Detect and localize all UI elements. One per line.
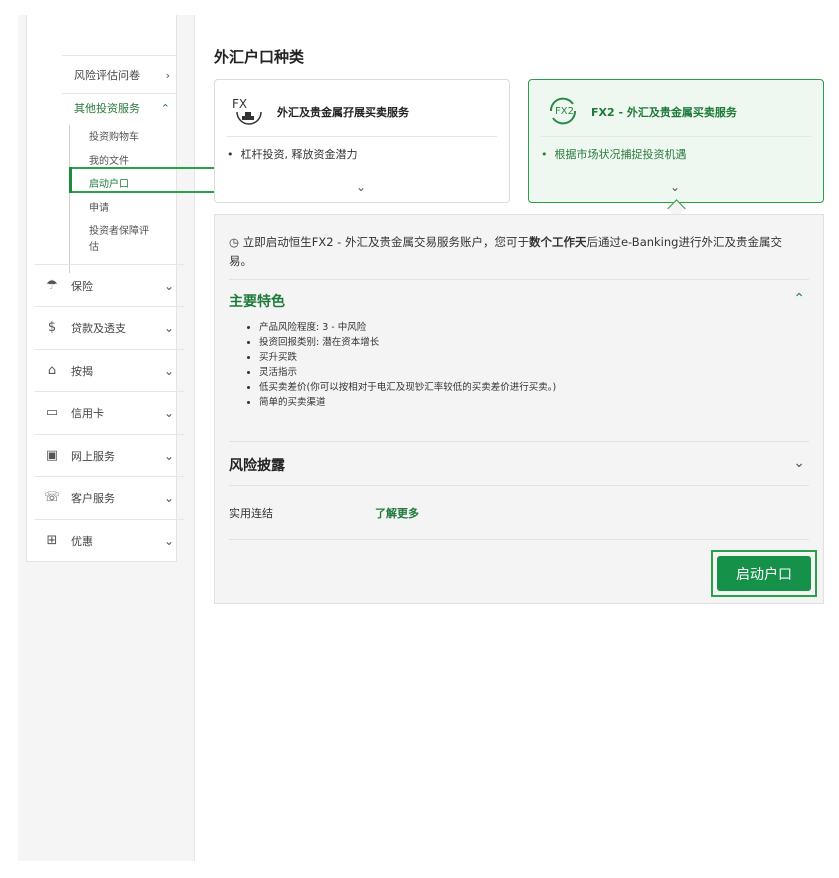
learn-more-link[interactable]: 了解更多: [375, 505, 419, 521]
sidebar-leaf-apply[interactable]: 申请: [89, 199, 109, 214]
sidebar-item-label: 优惠: [71, 534, 93, 548]
fx-margin-logo-icon: FX: [232, 97, 262, 125]
fx-logo-text: FX: [232, 97, 247, 111]
intro-text: ◷ 立即启动恒生FX2 - 外汇及贵金属交易服务账户，您可于数个工作天后通过e-…: [229, 233, 799, 271]
divider: [62, 55, 176, 56]
active-bar: [69, 167, 72, 193]
divider: [229, 485, 809, 486]
card-bullet: • 杠杆投资, 释放资金潜力: [227, 148, 358, 161]
chevron-up-icon: ⌃: [160, 101, 170, 115]
sidebar-leaf-cart[interactable]: 投资购物车: [89, 128, 139, 143]
credit-card-icon: ▭: [45, 405, 59, 420]
card-bullet: • 根据市场状况捕捉投资机遇: [541, 148, 687, 161]
open-account-button[interactable]: 启动户口: [717, 556, 811, 591]
divider: [541, 136, 811, 137]
features-list: 产品风险程度: 3 - 中风险 投资回报类别: 潜在资本增长 买升买跌 灵活指示…: [249, 320, 556, 410]
chevron-right-icon: ›: [165, 68, 170, 82]
chevron-down-icon: ⌄: [163, 533, 174, 548]
clock-icon: ◷: [229, 235, 240, 249]
sidebar-leaf-investor-protection-2[interactable]: 估: [89, 238, 99, 253]
chevron-up-icon[interactable]: ⌃: [793, 291, 805, 307]
chevron-down-icon[interactable]: ⌄: [793, 455, 805, 471]
sidebar-leaf-investor-protection[interactable]: 投资者保障评: [89, 222, 149, 237]
phone-icon: ☏: [43, 490, 61, 505]
tree-line: [69, 125, 70, 273]
chevron-down-icon: ⌄: [163, 363, 174, 378]
sidebar-nav: 风险评估问卷 › 其他投资服务 ⌃ 投资购物车 我的文件 启动户口 申请 投资者…: [26, 15, 219, 562]
sidebar-item-offers[interactable]: ⊞ 优惠 ⌄: [35, 519, 184, 561]
intro-bold: 数个工作天: [528, 235, 587, 249]
list-item: 买升买跌: [259, 350, 556, 365]
sidebar-item-customer-service[interactable]: ☏ 客户服务 ⌄: [35, 476, 184, 518]
sidebar-leaf-files[interactable]: 我的文件: [89, 152, 129, 167]
divider: [229, 279, 809, 280]
sidebar-item-label: 按揭: [71, 364, 93, 378]
card-fx-margin[interactable]: FX 外汇及贵金属孖展买卖服务 • 杠杆投资, 释放资金潜力 ⌄: [214, 79, 510, 203]
detail-panel: ◷ 立即启动恒生FX2 - 外汇及贵金属交易服务账户，您可于数个工作天后通过e-…: [214, 214, 824, 604]
chevron-down-icon: ⌄: [163, 448, 174, 463]
sidebar-item-online-services[interactable]: ▣ 网上服务 ⌄: [35, 434, 184, 476]
sidebar-item-label: 贷款及透支: [71, 321, 126, 335]
list-item: 灵活指示: [259, 365, 556, 380]
list-item: 简单的买卖渠道: [259, 395, 556, 410]
house-icon: ⌂: [47, 363, 57, 378]
money-bag-icon: $: [47, 320, 57, 335]
divider: [229, 441, 809, 442]
sidebar-item-loans[interactable]: $ 贷款及透支 ⌄: [35, 306, 184, 348]
card-bullet-text: 杠杆投资, 释放资金潜力: [240, 148, 358, 161]
divider: [227, 136, 497, 137]
card-bullet-text: 根据市场状况捕捉投资机遇: [554, 148, 687, 161]
chevron-down-icon: ⌄: [163, 278, 174, 293]
sidebar-item-mortgage[interactable]: ⌂ 按揭 ⌄: [35, 349, 184, 391]
features-title[interactable]: 主要特色: [229, 291, 285, 311]
list-item: 低买卖差价(你可以按相对于电汇及现钞汇率较低的买卖差价进行买卖。): [259, 380, 556, 395]
card-title: 外汇及贵金属孖展买卖服务: [277, 106, 409, 119]
card-fx2[interactable]: FX2 FX2 - 外汇及贵金属买卖服务 • 根据市场状况捕捉投资机遇 ⌄: [528, 79, 824, 203]
sidebar-item-label: 客户服务: [71, 491, 115, 505]
intro-part-a: 立即启动恒生FX2 - 外汇及贵金属交易服务账户，您可于: [242, 235, 529, 249]
computer-icon: ▣: [45, 448, 59, 463]
gift-icon: ⊞: [46, 533, 58, 548]
umbrella-icon: ☂: [46, 278, 58, 293]
list-item: 产品风险程度: 3 - 中风险: [259, 320, 556, 335]
sidebar-item-label: 信用卡: [71, 406, 104, 420]
sidebar-item-insurance[interactable]: ☂ 保险 ⌄: [35, 264, 184, 306]
list-item: 投资回报类别: 潜在资本增长: [259, 335, 556, 350]
sidebar-item-label: 风险评估问卷: [74, 69, 140, 82]
risk-title[interactable]: 风险披露: [229, 455, 285, 475]
sidebar-item-label: 保险: [71, 279, 93, 293]
sidebar-item-credit-card[interactable]: ▭ 信用卡 ⌄: [35, 391, 184, 433]
sidebar-item-label: 网上服务: [71, 449, 115, 463]
chevron-down-icon: ⌄: [356, 180, 367, 194]
fx2-logo-text: FX2: [555, 106, 574, 117]
page-title: 外汇户口种类: [214, 48, 305, 66]
divider: [229, 539, 809, 540]
sidebar-item-risk-questionnaire[interactable]: 风险评估问卷 ›: [74, 67, 176, 83]
sidebar-leaf-open-account[interactable]: 启动户口: [89, 175, 129, 190]
chevron-down-icon: ⌄: [670, 180, 681, 194]
card-title: FX2 - 外汇及贵金属买卖服务: [591, 106, 737, 119]
chevron-down-icon: ⌄: [163, 490, 174, 505]
useful-links-label: 实用连结: [229, 507, 273, 520]
chevron-down-icon: ⌄: [163, 405, 174, 420]
sidebar-item-label: 其他投资服务: [74, 102, 140, 115]
chevron-down-icon: ⌄: [163, 320, 174, 335]
fx2-logo-icon: FX2: [549, 97, 577, 125]
sidebar: 风险评估问卷 › 其他投资服务 ⌃ 投资购物车 我的文件 启动户口 申请 投资者…: [18, 15, 219, 861]
sidebar-item-other-investment[interactable]: 其他投资服务 ⌃: [74, 100, 176, 116]
divider: [62, 93, 176, 94]
